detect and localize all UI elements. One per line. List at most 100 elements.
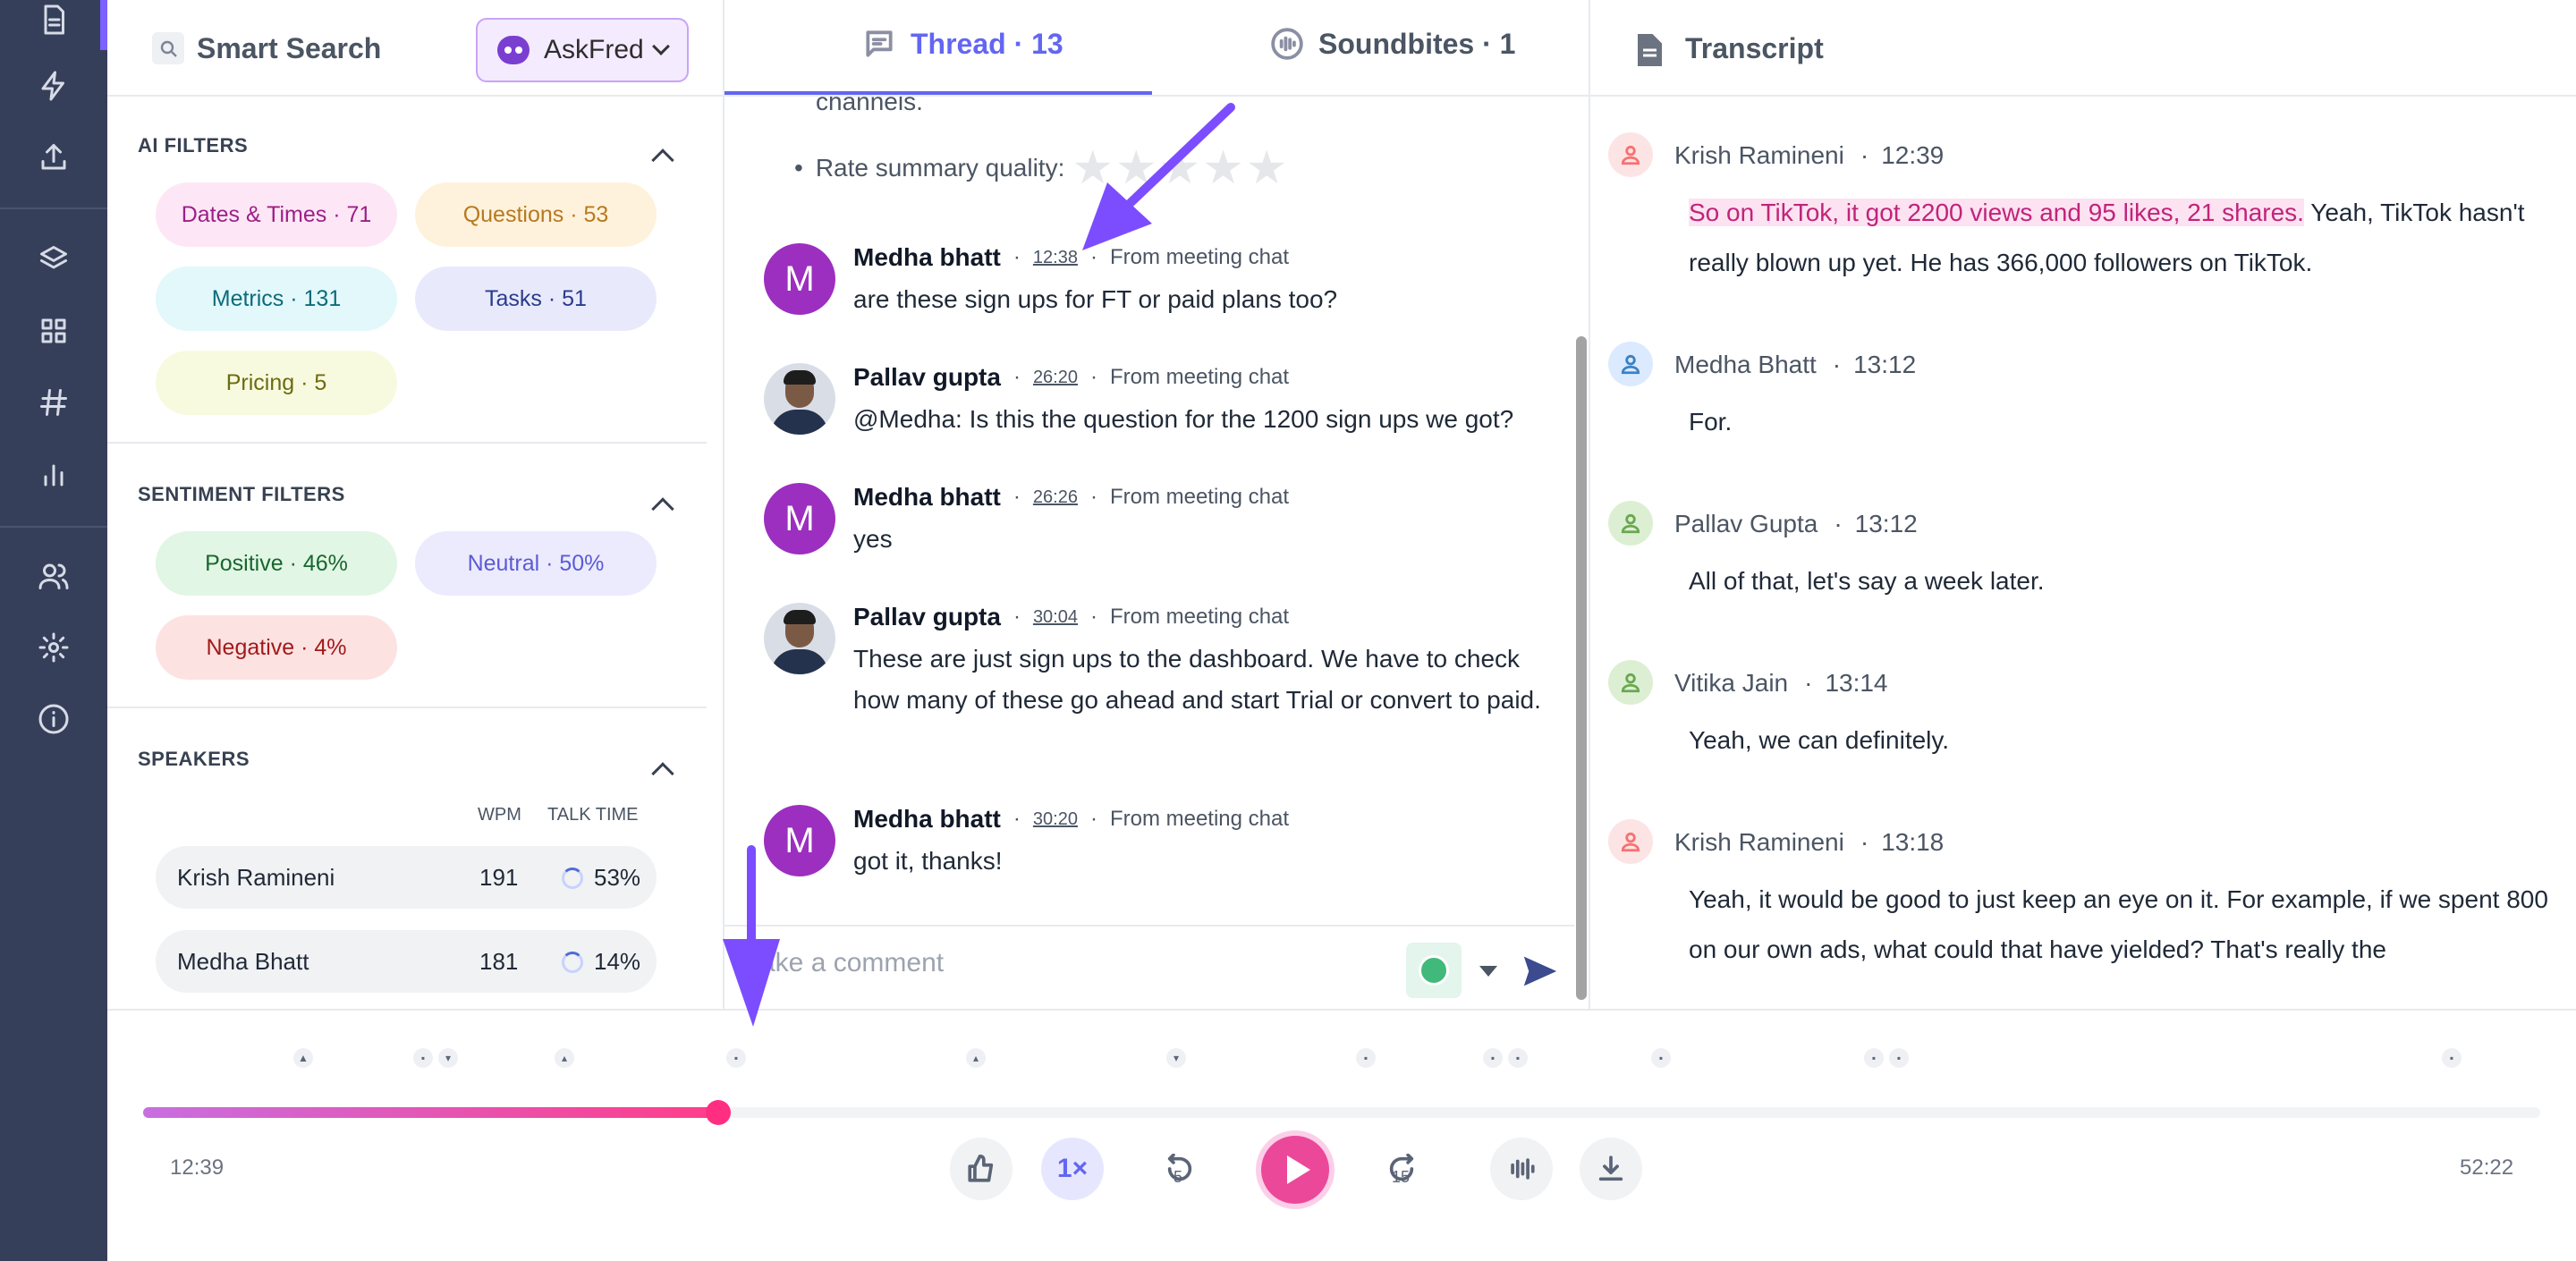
info-icon[interactable] xyxy=(34,699,73,739)
segment-text: Yeah, it would be good to just keep an e… xyxy=(1689,885,2548,963)
pin-icon[interactable]: ▲ xyxy=(293,1048,313,1068)
grid-icon[interactable] xyxy=(34,311,73,351)
thread-tabs: Thread · 13 Soundbites · 1 xyxy=(724,0,1590,97)
message-timestamp-link[interactable]: 30:04 xyxy=(1033,607,1078,628)
speaker-row[interactable]: Krish Ramineni 191 53% xyxy=(156,846,657,909)
thumbs-up-button[interactable] xyxy=(950,1138,1013,1200)
soundwave-icon xyxy=(1511,1158,1535,1180)
send-button[interactable] xyxy=(1521,953,1560,994)
chat-icon[interactable]: ▪ xyxy=(1483,1048,1503,1068)
segment-time[interactable]: 13:12 xyxy=(1853,351,1916,378)
speaker-name: Medha Bhatt xyxy=(177,948,309,975)
bullet: • xyxy=(794,154,803,182)
segment-time[interactable]: 12:39 xyxy=(1881,141,1944,169)
dot-separator: · xyxy=(1013,605,1021,629)
tab-soundbites[interactable]: Soundbites · 1 xyxy=(1270,27,1515,61)
tab-thread[interactable]: Thread · 13 xyxy=(862,27,1063,61)
download-button[interactable] xyxy=(1580,1138,1642,1200)
layers-icon[interactable] xyxy=(34,240,73,279)
forward-15-button[interactable]: 15 xyxy=(1370,1138,1433,1200)
chip-metrics[interactable]: Metrics · 131 xyxy=(156,267,397,331)
askfred-button[interactable]: AskFred xyxy=(476,18,689,82)
message-timestamp-link[interactable]: 30:20 xyxy=(1033,809,1078,830)
filters-panel: Smart Search AskFred AI FILTERS Dates & … xyxy=(107,0,724,1009)
upload-icon[interactable] xyxy=(34,138,73,177)
speaker-row[interactable]: Medha Bhatt 181 14% xyxy=(156,930,657,993)
playback-speed-button[interactable]: 1× xyxy=(1041,1138,1104,1200)
message-text: got it, thanks! xyxy=(853,847,1003,875)
nav-active-indicator xyxy=(100,0,107,50)
message-meta: Medha bhatt · 30:20 · From meeting chat xyxy=(853,805,1289,834)
hashtag-icon[interactable] xyxy=(34,383,73,422)
chip-pricing[interactable]: Pricing · 5 xyxy=(156,351,397,415)
chevron-up-icon[interactable] xyxy=(651,148,674,172)
chat-icon[interactable]: ▪ xyxy=(1356,1048,1376,1068)
robot-icon xyxy=(497,36,530,64)
soundwave-icon xyxy=(1271,28,1303,60)
play-button[interactable] xyxy=(1261,1136,1329,1204)
thumbs-down-icon[interactable]: ▾ xyxy=(438,1048,458,1068)
thumbs-up-icon xyxy=(968,1154,994,1182)
chat-icon[interactable]: ▪ xyxy=(1651,1048,1671,1068)
send-icon xyxy=(1523,956,1557,986)
chat-icon[interactable]: ▪ xyxy=(1889,1048,1909,1068)
message-source: From meeting chat xyxy=(1110,605,1290,629)
segment-speaker-line: Krish Ramineni · 12:39 xyxy=(1674,141,1945,169)
emoji-button[interactable] xyxy=(1406,943,1462,998)
message-meta: Pallav gupta · 30:04 · From meeting chat xyxy=(853,603,1289,631)
message-author: Pallav gupta xyxy=(853,363,1001,391)
filters-header: Smart Search AskFred xyxy=(107,0,724,97)
chip-negative[interactable]: Negative · 4% xyxy=(156,615,397,680)
sentiment-filters-title: SENTIMENT FILTERS xyxy=(138,483,345,505)
caret-down-icon[interactable] xyxy=(1479,966,1497,977)
chat-icon[interactable]: ▪ xyxy=(1864,1048,1884,1068)
document-icon[interactable] xyxy=(34,0,73,39)
thumbs-up-icon[interactable]: ▴ xyxy=(966,1048,986,1068)
talk-time-ring-icon xyxy=(562,867,583,889)
gear-icon[interactable] xyxy=(34,628,73,667)
dot-separator: · xyxy=(1090,605,1097,629)
chat-icon[interactable]: ▪ xyxy=(726,1048,746,1068)
segment-text: So on TikTok, it got 2200 views and 95 l… xyxy=(1689,188,2556,288)
rewind-5-button[interactable]: 5 xyxy=(1148,1138,1211,1200)
chip-neutral[interactable]: Neutral · 50% xyxy=(415,531,657,596)
bolt-icon[interactable] xyxy=(34,66,73,106)
segment-time[interactable]: 13:18 xyxy=(1881,828,1944,856)
globe-icon xyxy=(1419,955,1449,986)
segment-speaker: Medha Bhatt xyxy=(1674,351,1817,378)
segment-speaker-line: Medha Bhatt · 13:12 xyxy=(1674,351,1917,378)
segment-speaker-line: Vitika Jain · 13:14 xyxy=(1674,669,1888,697)
message-text: These are just sign ups to the dashboard… xyxy=(853,645,1541,714)
speaker-wpm: 191 xyxy=(479,864,519,891)
message-timestamp-link[interactable]: 26:20 xyxy=(1033,368,1078,388)
user-icon xyxy=(1608,660,1653,705)
transcript-title: Transcript xyxy=(1685,32,1824,64)
document-icon xyxy=(1638,34,1662,66)
thumbs-up-icon[interactable]: ▴ xyxy=(555,1048,574,1068)
users-icon[interactable] xyxy=(34,556,73,596)
segment-speaker-line: Krish Ramineni · 13:18 xyxy=(1674,828,1945,856)
chip-positive[interactable]: Positive · 46% xyxy=(156,531,397,596)
chip-questions[interactable]: Questions · 53 xyxy=(415,182,657,247)
chat-icon[interactable]: ▪ xyxy=(1508,1048,1528,1068)
section-divider xyxy=(107,442,707,444)
dot-separator: · xyxy=(1013,807,1021,831)
chat-icon[interactable]: ▪ xyxy=(413,1048,433,1068)
talk-time-ring-icon xyxy=(562,952,583,973)
chat-icon[interactable]: ▪ xyxy=(2442,1048,2462,1068)
soundbite-button[interactable] xyxy=(1490,1138,1553,1200)
bar-chart-icon[interactable] xyxy=(34,454,73,494)
segment-time[interactable]: 13:12 xyxy=(1855,510,1918,537)
progress-knob[interactable] xyxy=(706,1100,731,1125)
chevron-up-icon[interactable] xyxy=(651,762,674,785)
chip-dates-times[interactable]: Dates & Times · 71 xyxy=(156,182,397,247)
thumbs-down-icon[interactable]: ▾ xyxy=(1166,1048,1186,1068)
chip-tasks[interactable]: Tasks · 51 xyxy=(415,267,657,331)
segment-text: For. xyxy=(1689,408,1733,436)
chevron-up-icon[interactable] xyxy=(651,497,674,520)
dot-separator: · xyxy=(1089,807,1097,831)
message-timestamp-link[interactable]: 26:26 xyxy=(1033,487,1078,508)
user-icon xyxy=(1608,819,1653,864)
segment-time[interactable]: 13:14 xyxy=(1825,669,1887,697)
thread-scrollbar[interactable] xyxy=(1576,336,1587,1000)
